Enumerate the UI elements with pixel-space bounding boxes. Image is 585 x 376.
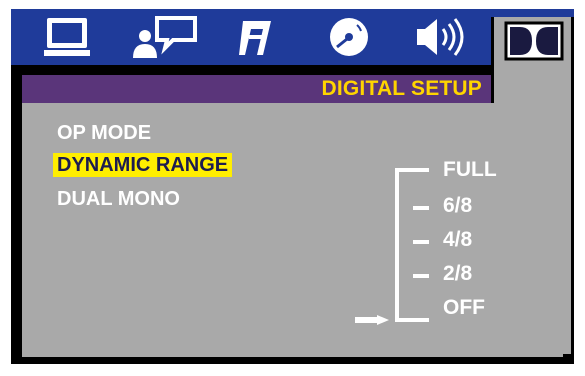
disc-icon[interactable] — [327, 14, 371, 60]
range-option-4-8[interactable]: 4/8 — [443, 227, 472, 253]
current-value-pointer-icon — [355, 313, 391, 332]
dolby-digital-icon — [504, 21, 564, 66]
range-scale-bottom-tick — [395, 318, 429, 322]
menu-item-dual-mono[interactable]: DUAL MONO — [53, 187, 184, 211]
range-scale-tick — [413, 274, 429, 278]
range-option-6-8[interactable]: 6/8 — [443, 193, 472, 219]
range-option-2-8[interactable]: 2/8 — [443, 261, 472, 287]
music-note-icon[interactable] — [231, 14, 275, 60]
range-scale-top-tick — [395, 168, 429, 172]
speech-person-icon[interactable] — [129, 14, 199, 60]
range-scale-tick — [413, 240, 429, 244]
osd-screen: DIGITAL SETUP OP MODE DYNAMIC RANGE DUAL… — [11, 9, 574, 364]
range-option-off[interactable]: OFF — [443, 295, 485, 321]
range-scale-rail — [395, 168, 399, 322]
range-scale-tick — [413, 206, 429, 210]
speaker-icon[interactable] — [411, 14, 471, 60]
tab-bar — [11, 9, 574, 65]
range-option-full[interactable]: FULL — [443, 157, 497, 183]
monitor-icon[interactable] — [41, 14, 93, 60]
menu-item-op-mode[interactable]: OP MODE — [53, 121, 155, 145]
menu-title: DIGITAL SETUP — [321, 77, 482, 100]
menu-item-dynamic-range[interactable]: DYNAMIC RANGE — [53, 153, 233, 177]
